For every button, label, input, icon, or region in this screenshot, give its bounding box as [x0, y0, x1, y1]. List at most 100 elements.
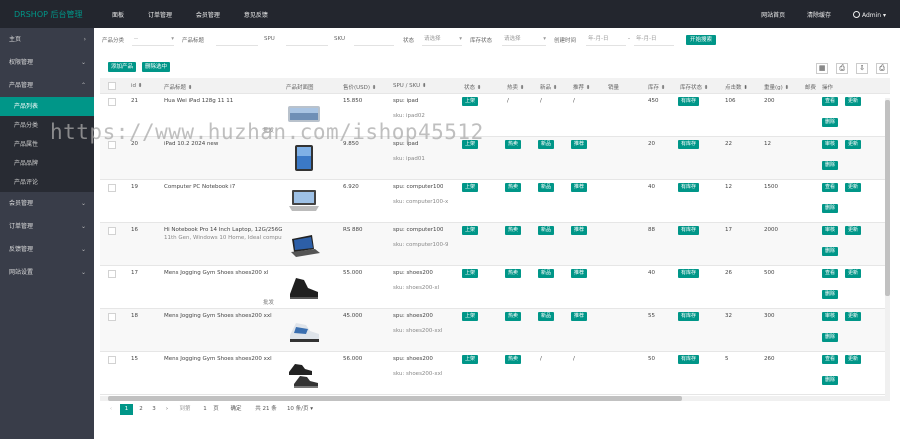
col-status[interactable]: 状态 ⬍ — [464, 83, 481, 91]
row-checkbox[interactable] — [108, 270, 116, 278]
status-badge[interactable]: 上架 — [462, 312, 479, 321]
row-delete-button[interactable]: 删除 — [822, 333, 839, 342]
row-checkbox[interactable] — [108, 356, 116, 364]
product-thumbnail[interactable] — [286, 225, 322, 263]
sidebar-item-orders[interactable]: 订单管理 ⌄ — [0, 215, 94, 238]
hot-badge[interactable]: 热卖 — [505, 269, 522, 278]
top-nav-orders[interactable]: 订单管理 — [148, 12, 172, 19]
stock-status-badge[interactable]: 有库存 — [678, 312, 700, 321]
hot-badge[interactable]: 热卖 — [505, 140, 522, 149]
col-stock[interactable]: 库存 ⬍ — [648, 83, 665, 91]
recommend-badge[interactable]: 推荐 — [571, 312, 588, 321]
table-row[interactable]: 18 Mens Jogging Gym Shoes shoes200 xxl 45.… — [100, 309, 890, 352]
top-nav-feedback[interactable]: 意见反馈 — [244, 12, 268, 19]
row-checkbox[interactable] — [108, 184, 116, 192]
col-title[interactable]: 产品标题 ⬍ — [164, 83, 192, 91]
search-button[interactable]: 开始搜索 — [686, 35, 717, 45]
sidebar-sub-product-list[interactable]: 产品列表 — [0, 97, 94, 116]
status-badge[interactable]: 上架 — [462, 269, 479, 278]
table-row[interactable]: 16 Hi Notebook Pro 14 Inch Laptop, 12G/25… — [100, 223, 890, 266]
col-id[interactable]: id ⬍ — [131, 83, 142, 89]
next-page-button[interactable]: › — [162, 404, 172, 415]
print2-icon[interactable]: ⎙ — [876, 63, 888, 74]
top-nav-members[interactable]: 会员管理 — [196, 12, 220, 19]
row-action-1-button[interactable]: 查看 — [822, 183, 839, 192]
sku-input[interactable] — [354, 34, 394, 46]
row-action-1-button[interactable]: 查看 — [822, 97, 839, 106]
add-product-button[interactable]: 添加产品 — [108, 62, 137, 72]
status-badge[interactable]: 上架 — [462, 226, 479, 235]
sidebar-item-permissions[interactable]: 权限管理 ⌄ — [0, 51, 94, 74]
export-icon[interactable]: ⇩ — [856, 63, 869, 74]
title-input[interactable] — [216, 34, 258, 46]
sidebar-item-home[interactable]: 主页 › — [0, 28, 94, 51]
hot-badge[interactable]: 热卖 — [505, 355, 522, 364]
stock-select[interactable]: 请选择 ▾ — [502, 34, 546, 46]
hot-badge[interactable]: 热卖 — [505, 183, 522, 192]
top-nav-dashboard[interactable]: 面板 — [112, 12, 124, 19]
product-thumbnail[interactable] — [286, 311, 322, 349]
row-action-2-button[interactable]: 更新 — [845, 269, 862, 278]
stock-status-badge[interactable]: 有库存 — [678, 269, 700, 278]
status-badge[interactable]: 上架 — [462, 183, 479, 192]
sidebar-item-feedback[interactable]: 反馈管理 ⌄ — [0, 238, 94, 261]
category-select[interactable]: -- ▾ — [132, 34, 174, 46]
new-badge[interactable]: 新品 — [538, 140, 555, 149]
columns-icon[interactable]: ▦ — [816, 63, 829, 74]
row-delete-button[interactable]: 删除 — [822, 118, 839, 127]
col-recommend[interactable]: 推荐 ⬍ — [573, 83, 590, 91]
row-checkbox[interactable] — [108, 227, 116, 235]
date-to-input[interactable]: 年-月-日 — [634, 34, 674, 46]
row-delete-button[interactable]: 删除 — [822, 204, 839, 213]
sidebar-sub-product-brand[interactable]: 产品品牌 — [0, 154, 94, 173]
product-thumbnail[interactable] — [286, 268, 322, 306]
row-delete-button[interactable]: 删除 — [822, 247, 839, 256]
row-checkbox[interactable] — [108, 98, 116, 106]
sidebar-item-settings[interactable]: 网站设置 ⌄ — [0, 261, 94, 284]
hot-badge[interactable]: 热卖 — [505, 226, 522, 235]
hot-badge[interactable]: 热卖 — [505, 312, 522, 321]
horizontal-scrollbar[interactable] — [100, 396, 890, 401]
clear-cache-link[interactable]: 清除缓存 — [807, 12, 831, 19]
page-3[interactable]: 3 — [149, 404, 159, 415]
col-price[interactable]: 售价(USD) ⬍ — [343, 83, 376, 91]
row-action-2-button[interactable]: 更新 — [845, 226, 862, 235]
row-checkbox[interactable] — [108, 313, 116, 321]
page-2[interactable]: 2 — [136, 404, 146, 415]
row-delete-button[interactable]: 删除 — [822, 161, 839, 170]
product-thumbnail[interactable] — [286, 354, 322, 392]
select-all-checkbox[interactable] — [108, 82, 116, 90]
goto-confirm-button[interactable]: 确定 — [228, 404, 244, 415]
col-stock-status[interactable]: 库存状态 ⬍ — [680, 83, 708, 91]
row-action-1-button[interactable]: 审核 — [822, 312, 839, 321]
horizontal-scroll-thumb[interactable] — [108, 396, 682, 401]
row-action-1-button[interactable]: 审核 — [822, 226, 839, 235]
product-thumbnail[interactable] — [286, 139, 322, 177]
recommend-badge[interactable]: 推荐 — [571, 140, 588, 149]
stock-status-badge[interactable]: 有库存 — [678, 226, 700, 235]
stock-status-badge[interactable]: 有库存 — [678, 183, 700, 192]
page-1[interactable]: 1 — [120, 404, 133, 415]
site-home-link[interactable]: 网站首页 — [761, 12, 785, 19]
goto-input[interactable]: 1 — [200, 404, 210, 415]
product-thumbnail[interactable] — [286, 182, 322, 220]
new-badge[interactable]: 新品 — [538, 183, 555, 192]
row-action-1-button[interactable]: 查看 — [822, 355, 839, 364]
col-weight[interactable]: 重量(g) ⬍ — [764, 83, 789, 91]
per-page-select[interactable]: 10 条/页 ▾ — [282, 404, 318, 415]
status-select[interactable]: 请选择 ▾ — [422, 34, 462, 46]
stock-status-badge[interactable]: 有库存 — [678, 97, 700, 106]
vertical-scroll-thumb[interactable] — [885, 100, 890, 296]
status-badge[interactable]: 上架 — [462, 355, 479, 364]
stock-status-badge[interactable]: 有库存 — [678, 355, 700, 364]
sidebar-item-members[interactable]: 会员管理 ⌄ — [0, 192, 94, 215]
row-delete-button[interactable]: 删除 — [822, 290, 839, 299]
delete-selected-button[interactable]: 删除选中 — [142, 62, 171, 72]
row-action-2-button[interactable]: 更新 — [845, 183, 862, 192]
user-menu[interactable]: Admin ▾ — [852, 11, 886, 19]
col-hot[interactable]: 热卖 ⬍ — [507, 83, 524, 91]
spu-input[interactable] — [286, 34, 328, 46]
table-row[interactable]: 19 Computer PC Notebook i7 6.920 spu: compu… — [100, 180, 890, 223]
row-action-2-button[interactable]: 更新 — [845, 140, 862, 149]
stock-status-badge[interactable]: 有库存 — [678, 140, 700, 149]
